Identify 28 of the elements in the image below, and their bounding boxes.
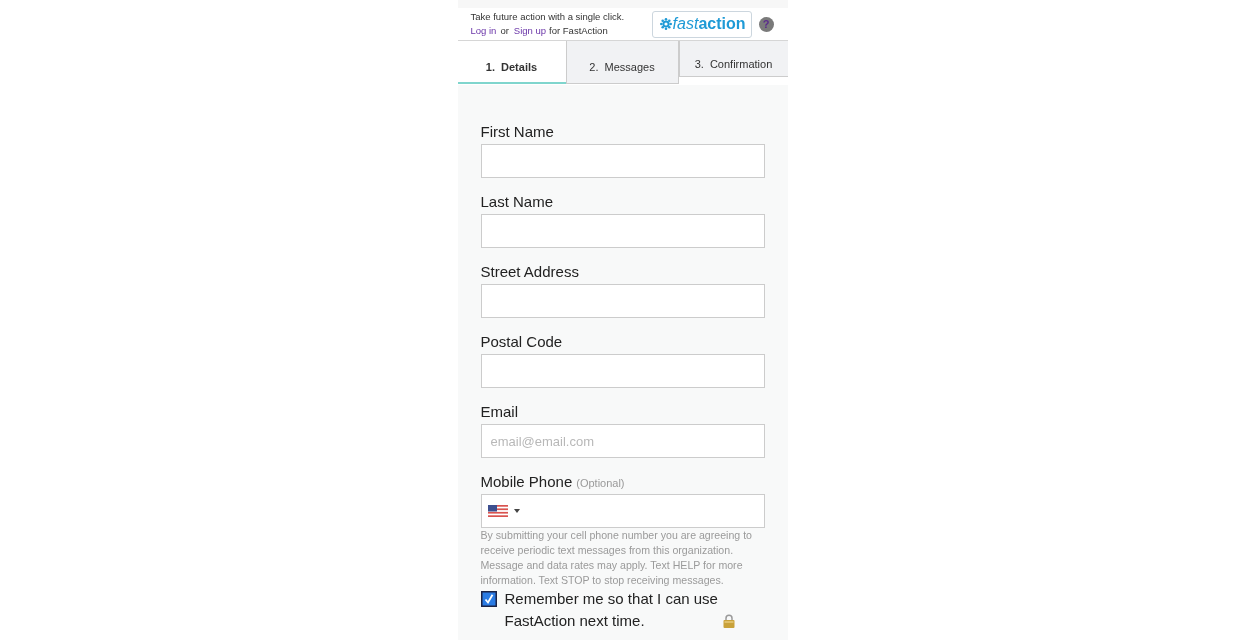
remember-label: Remember me so that I can use FastAction next time. [504,589,719,631]
text-field[interactable] [480,214,765,248]
step-tab[interactable]: 3. Confirmation [678,41,788,77]
disclaimer-text: By submitting your cell phone number you are agreeing to receive periodic text messages from this organization. Message and data rates may apply. Text HELP for more information. Text STOP to stop receiving messages. [480,528,753,588]
text-field[interactable] [480,284,765,318]
optional-note: (Optional) [576,477,625,489]
step-tab[interactable]: 2. Messages [565,41,679,84]
text-field[interactable]: email@email.com [480,424,765,458]
field-label: Mobile Phone [480,472,573,492]
caret-icon [513,509,520,513]
or-text: or [500,24,509,38]
country-select[interactable] [487,504,520,518]
lock-icon [722,614,735,628]
tagline-text: Take future action with a single click. [470,10,626,24]
field-label: First Name [480,122,554,142]
text-field[interactable] [480,354,765,388]
field-label: Email [480,402,518,422]
field-label: Postal Code [480,332,563,352]
gear-icon [659,18,672,30]
field-label: Last Name [480,192,554,212]
phone-field[interactable] [480,494,765,528]
flag-icon [487,505,508,517]
remember-checkbox[interactable] [480,591,497,607]
signup-link[interactable]: Sign up [513,24,547,38]
text-field[interactable] [480,144,765,178]
field-label: Street Address [480,262,579,282]
for-text: for FastAction [549,24,608,38]
login-link[interactable]: Log in [470,24,497,38]
